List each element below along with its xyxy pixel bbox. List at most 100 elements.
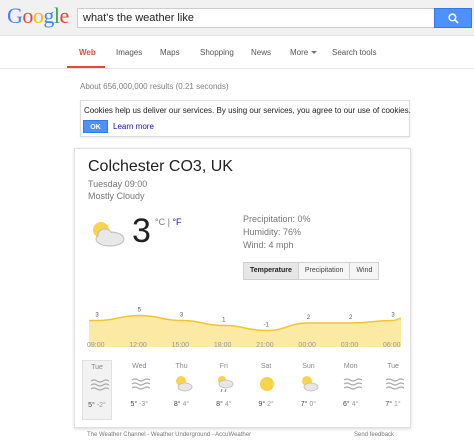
- chart-x-tick: 06:00: [383, 342, 401, 349]
- tab-wind[interactable]: Wind: [350, 263, 379, 279]
- learn-more-link[interactable]: Learn more: [113, 122, 154, 131]
- unit-celsius[interactable]: °C: [155, 217, 165, 227]
- forecast-temps: 8° 4°: [167, 401, 197, 408]
- forecast-day-name: Thu: [175, 363, 188, 370]
- send-feedback-link[interactable]: Send feedback: [354, 432, 394, 438]
- tab-precipitation[interactable]: Precipitation: [298, 263, 351, 279]
- chart-point-label: 5: [138, 308, 142, 314]
- forecast-temps: 7° 0°: [293, 401, 323, 408]
- rain-icon: [215, 374, 235, 394]
- forecast-day-name: Fri: [219, 363, 228, 370]
- forecast-low: -3°: [139, 401, 149, 408]
- weather-condition: Mostly Cloudy: [88, 191, 145, 201]
- search-button[interactable]: [434, 8, 472, 28]
- chart-x-tick: 00:00: [298, 342, 316, 349]
- forecast-temps: 8° 4°: [209, 401, 239, 408]
- forecast-temps: 6° 4°: [336, 401, 366, 408]
- chart-point-label: 3: [391, 313, 395, 319]
- tab-images[interactable]: Images: [116, 48, 142, 57]
- tab-more-label: More: [290, 48, 309, 57]
- forecast-low: -2°: [96, 402, 106, 409]
- forecast-high: 9°: [258, 401, 266, 408]
- cookie-text: Cookies help us deliver our services. By…: [84, 106, 411, 115]
- tab-more[interactable]: More: [290, 48, 318, 57]
- logo-letter: G: [7, 3, 23, 28]
- weather-view-tabs: Temperature Precipitation Wind: [243, 262, 380, 280]
- forecast-day-name: Sat: [260, 363, 272, 370]
- forecast-high: 8°: [173, 401, 181, 408]
- chart-x-tick: 15:00: [171, 342, 190, 349]
- fog-icon: [89, 375, 110, 395]
- forecast-day-name: Tue: [387, 363, 399, 370]
- forecast-day-name: Mon: [343, 363, 358, 370]
- sunny-icon: [257, 374, 277, 394]
- chart-point-label: 3: [95, 313, 99, 319]
- forecast-day[interactable]: Tue 7° 1°: [378, 360, 408, 420]
- forecast-day[interactable]: Fri 8° 4°: [209, 360, 239, 420]
- search-input[interactable]: what's the weather like: [77, 8, 435, 28]
- chart-point-label: 2: [307, 315, 311, 321]
- forecast-low: 2°: [267, 401, 274, 408]
- forecast-temps: 7° 1°: [378, 401, 408, 408]
- top-bar: Google what's the weather like: [0, 0, 474, 36]
- forecast-high: 7°: [385, 401, 393, 408]
- logo-letter: o: [22, 3, 33, 28]
- forecast-day[interactable]: Tue 5° -2°: [82, 360, 112, 420]
- forecast-day[interactable]: Sat 9° 2°: [251, 360, 281, 420]
- forecast-low: 1°: [393, 401, 401, 408]
- forecast-day[interactable]: Sun 7° 0°: [293, 360, 323, 420]
- weather-location[interactable]: Colchester CO3, UK: [88, 158, 233, 176]
- tab-maps[interactable]: Maps: [160, 48, 180, 57]
- forecast-low: 4°: [182, 401, 190, 408]
- chevron-down-icon: [311, 51, 318, 55]
- search-tabs: Web Images Maps Shopping News More Searc…: [0, 37, 474, 69]
- unit-toggle: °C | °F: [155, 217, 182, 227]
- search-icon: [447, 12, 459, 24]
- forecast-low: 4°: [224, 401, 232, 408]
- tab-web[interactable]: Web: [79, 48, 96, 57]
- forecast-day-name: Wed: [132, 363, 147, 370]
- chart-x-tick: 09:00: [87, 342, 105, 349]
- temperature-chart: 3 5 3 1 -1 2 2 3: [89, 308, 401, 347]
- forecast-temps: 5° -2°: [83, 402, 111, 409]
- partly-cloudy-icon: [299, 374, 319, 394]
- weather-datetime: Tuesday 09:00: [88, 179, 148, 189]
- fog-icon: [342, 374, 363, 394]
- tab-temperature[interactable]: Temperature: [244, 263, 299, 279]
- partly-cloudy-icon: [173, 374, 193, 394]
- current-temperature: 3: [132, 212, 151, 250]
- forecast-low: 0°: [309, 401, 317, 408]
- results-count: About 656,000,000 results (0.21 seconds): [80, 82, 229, 91]
- forecast-day[interactable]: Wed 5° -3°: [124, 360, 154, 420]
- humidity-value: Humidity: 76%: [243, 227, 302, 237]
- forecast-day[interactable]: Mon 6° 4°: [336, 360, 366, 420]
- precipitation-value: Precipitation: 0%: [243, 214, 311, 224]
- forecast-temps: 9° 2°: [251, 401, 281, 408]
- forecast-day-name: Tue: [91, 364, 103, 371]
- chart-point-label: 2: [349, 315, 353, 321]
- cookie-ok-button[interactable]: OK: [83, 120, 108, 133]
- tab-news[interactable]: News: [251, 48, 271, 57]
- fog-icon: [384, 374, 405, 394]
- chart-x-tick: 12:00: [129, 342, 147, 349]
- forecast-high: 5°: [130, 401, 138, 408]
- forecast-high: 8°: [216, 401, 223, 408]
- weather-sources[interactable]: The Weather Channel - Weather Undergroun…: [87, 432, 251, 438]
- logo-letter: o: [32, 3, 44, 28]
- google-logo[interactable]: Google: [7, 3, 69, 29]
- tab-shopping[interactable]: Shopping: [200, 48, 234, 57]
- forecast-day-name: Sun: [302, 363, 315, 370]
- forecast-high: 7°: [300, 401, 308, 408]
- tab-search-tools[interactable]: Search tools: [332, 48, 376, 57]
- chart-x-tick: 03:00: [340, 342, 359, 349]
- unit-fahrenheit[interactable]: °F: [172, 217, 181, 227]
- cookie-notice: Cookies help us deliver our services. By…: [80, 100, 411, 137]
- chart-x-tick: 18:00: [213, 342, 232, 349]
- chart-point-label: 1: [222, 318, 226, 324]
- wind-value: Wind: 4 mph: [243, 240, 294, 250]
- forecast-day[interactable]: Thu 8° 4°: [167, 360, 197, 420]
- partly-cloudy-icon: [93, 222, 125, 247]
- forecast-high: 6°: [343, 401, 350, 408]
- active-tab-indicator: [67, 66, 105, 68]
- chart-point-label: -1: [263, 323, 269, 329]
